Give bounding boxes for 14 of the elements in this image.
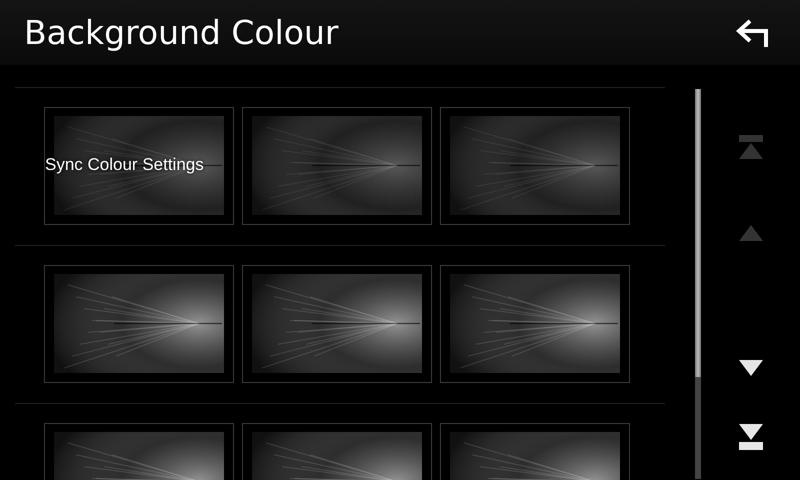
background-tile[interactable] bbox=[242, 107, 432, 225]
background-tile[interactable] bbox=[242, 265, 432, 383]
back-arrow-icon bbox=[736, 18, 770, 48]
scroll-top-icon bbox=[738, 134, 764, 161]
scroll-up-icon bbox=[738, 224, 764, 242]
scrollbar-thumb[interactable] bbox=[695, 89, 701, 377]
background-tile[interactable] bbox=[440, 107, 630, 225]
background-tile[interactable]: Sync Colour Settings bbox=[44, 107, 234, 225]
background-tile[interactable] bbox=[440, 265, 630, 383]
screen-title: Background Colour bbox=[24, 13, 338, 52]
tile-label: Sync Colour Settings bbox=[45, 155, 204, 175]
scroll-down-icon bbox=[738, 360, 764, 377]
scroll-bottom-icon bbox=[738, 424, 764, 450]
background-tile[interactable] bbox=[44, 265, 234, 383]
